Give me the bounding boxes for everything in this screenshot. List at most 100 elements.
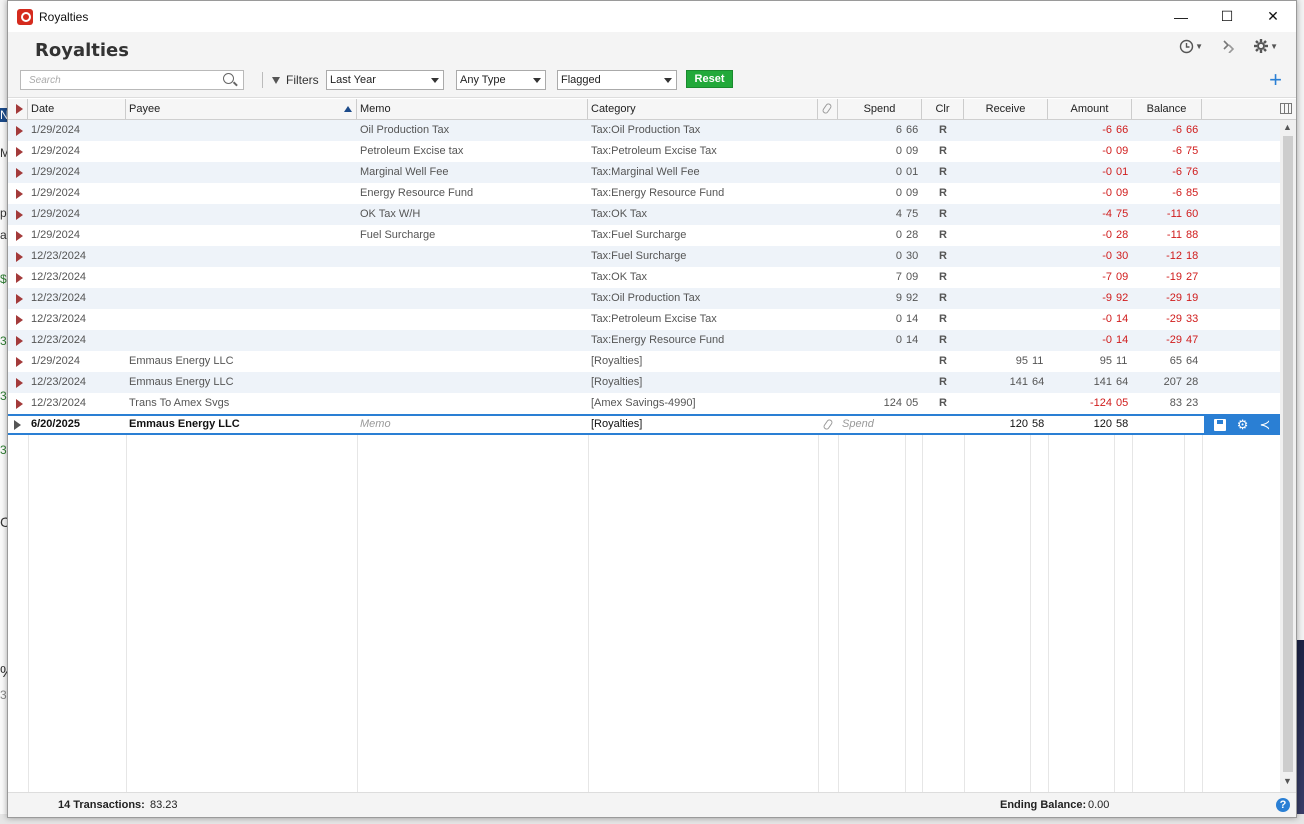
- memo-cell: [360, 372, 585, 393]
- expand-arrow-icon[interactable]: [16, 273, 23, 283]
- edit-payee-field[interactable]: Emmaus Energy LLC: [129, 416, 354, 433]
- transaction-row[interactable]: 12/23/2024 Tax:Petroleum Excise Tax 0 14 R -0…: [8, 309, 1280, 330]
- add-transaction-button[interactable]: +: [1269, 67, 1282, 93]
- cleared-status: R: [939, 292, 947, 304]
- settings-menu-button[interactable]: ▼: [1253, 38, 1278, 54]
- vertical-scrollbar[interactable]: ▲ ▼: [1280, 120, 1296, 792]
- transaction-row[interactable]: 12/23/2024 Tax:Fuel Surcharge 0 30 R -0 30 -12 1…: [8, 246, 1280, 267]
- balance-cents: 23: [1186, 397, 1199, 409]
- edit-receive-dollars[interactable]: 120: [966, 416, 1028, 433]
- close-button[interactable]: ✕: [1250, 1, 1296, 32]
- page-title: Royalties: [35, 39, 129, 61]
- spend-column-header[interactable]: Spend: [838, 99, 922, 119]
- spend-dollars: 0: [895, 313, 902, 325]
- edit-date-field[interactable]: 6/20/2025: [31, 416, 123, 433]
- transaction-row[interactable]: 12/23/2024 Emmaus Energy LLC [Royalties] R 1…: [8, 372, 1280, 393]
- scroll-up-icon[interactable]: ▲: [1283, 122, 1292, 132]
- maximize-button[interactable]: ☐: [1204, 1, 1250, 32]
- spend-cents: 09: [906, 145, 919, 157]
- expand-column-header[interactable]: [8, 99, 28, 119]
- transaction-row[interactable]: 1/29/2024 Fuel Surcharge Tax:Fuel Surcharg…: [8, 225, 1280, 246]
- date-cell: 1/29/2024: [31, 208, 80, 220]
- new-transaction-row[interactable]: 6/20/2025 Emmaus Energy LLC Memo [Royalt…: [8, 414, 1280, 435]
- column-settings-icon[interactable]: [1280, 103, 1292, 114]
- expand-arrow-icon[interactable]: [16, 252, 23, 262]
- minimize-button[interactable]: —: [1158, 1, 1204, 32]
- expand-arrow-icon[interactable]: [16, 189, 23, 199]
- date-range-select[interactable]: Last Year: [326, 70, 444, 90]
- transaction-row[interactable]: 12/23/2024 Trans To Amex Svgs [Amex Saving…: [8, 393, 1280, 414]
- expand-arrow-icon[interactable]: [16, 357, 23, 367]
- expand-arrow-icon[interactable]: [16, 294, 23, 304]
- payee-column-header[interactable]: Payee: [126, 99, 357, 119]
- ending-balance-label: Ending Balance:: [1000, 799, 1087, 811]
- search-icon[interactable]: [223, 73, 234, 84]
- balance-column-header[interactable]: Balance: [1132, 99, 1202, 119]
- expand-arrow-icon[interactable]: [16, 336, 23, 346]
- sync-button[interactable]: [1221, 39, 1235, 53]
- transaction-row[interactable]: 1/29/2024 Emmaus Energy LLC [Royalties] R 95…: [8, 351, 1280, 372]
- balance-cents: 33: [1186, 313, 1199, 325]
- expand-arrow-icon[interactable]: [16, 210, 23, 220]
- search-input[interactable]: [20, 70, 244, 90]
- payee-cell: Emmaus Energy LLC: [129, 355, 234, 367]
- spend-dollars: 6: [895, 124, 902, 136]
- help-icon[interactable]: ?: [1276, 798, 1290, 812]
- expand-arrow-icon[interactable]: [16, 147, 23, 157]
- balance-cents: 88: [1186, 229, 1199, 241]
- transaction-row[interactable]: 12/23/2024 Tax:Energy Resource Fund 0 14 R -0…: [8, 330, 1280, 351]
- transaction-row[interactable]: 1/29/2024 OK Tax W/H Tax:OK Tax 4 75 R -4 75 -11…: [8, 204, 1280, 225]
- balance-dollars: 65: [1169, 355, 1182, 367]
- edit-category-field[interactable]: [Royalties]: [591, 416, 816, 433]
- attachment-column-header[interactable]: [818, 99, 838, 119]
- edit-spend-field[interactable]: Spend: [842, 416, 902, 433]
- expand-arrow-icon[interactable]: [16, 231, 23, 241]
- spend-dollars: [840, 351, 902, 372]
- transaction-row[interactable]: 12/23/2024 Tax:Oil Production Tax 9 92 R -9 92…: [8, 288, 1280, 309]
- edit-receive-cents[interactable]: 58: [1032, 416, 1048, 433]
- type-value: Any Type: [460, 74, 506, 86]
- balance-cents: 18: [1186, 250, 1199, 262]
- type-select[interactable]: Any Type: [456, 70, 546, 90]
- amount-cents: 66: [1116, 124, 1129, 136]
- scroll-down-icon[interactable]: ▼: [1283, 776, 1292, 786]
- expand-arrow-icon[interactable]: [16, 315, 23, 325]
- receive-cents: [1032, 204, 1048, 225]
- transaction-row[interactable]: 1/29/2024 Marginal Well Fee Tax:Marginal W…: [8, 162, 1280, 183]
- category-cell: Tax:Marginal Well Fee: [591, 166, 700, 178]
- edit-memo-field[interactable]: Memo: [360, 416, 585, 433]
- history-button[interactable]: ▼: [1179, 39, 1203, 54]
- edit-amount-dollars: 120: [1093, 418, 1112, 430]
- amount-cents: 14: [1116, 313, 1129, 325]
- header-actions: ▼ ▼: [1179, 38, 1278, 54]
- expand-arrow-icon[interactable]: [16, 126, 23, 136]
- category-column-header[interactable]: Category: [588, 99, 818, 119]
- clr-column-header[interactable]: Clr: [922, 99, 964, 119]
- attach-icon[interactable]: [822, 418, 834, 431]
- gear-icon[interactable]: ⚙: [1237, 417, 1249, 433]
- filters-toggle[interactable]: Filters: [272, 73, 319, 87]
- memo-column-header[interactable]: Memo: [357, 99, 588, 119]
- background-fragment: p: [0, 206, 7, 220]
- expand-arrow-icon[interactable]: [16, 168, 23, 178]
- transaction-row[interactable]: 1/29/2024 Energy Resource Fund Tax:Energy …: [8, 183, 1280, 204]
- transaction-row[interactable]: 1/29/2024 Oil Production Tax Tax:Oil Produ…: [8, 120, 1280, 141]
- flag-select[interactable]: Flagged: [557, 70, 677, 90]
- expand-arrow-icon[interactable]: [16, 399, 23, 409]
- expand-arrow-icon[interactable]: [16, 378, 23, 388]
- save-icon[interactable]: [1213, 418, 1226, 431]
- receive-column-header[interactable]: Receive: [964, 99, 1048, 119]
- scroll-thumb[interactable]: [1283, 136, 1293, 772]
- cleared-status: R: [939, 208, 947, 220]
- balance-dollars: -11: [1166, 208, 1182, 220]
- category-cell: Tax:Fuel Surcharge: [591, 250, 687, 262]
- split-icon[interactable]: ≺: [1260, 417, 1271, 433]
- gear-icon: [1254, 39, 1269, 53]
- reset-button[interactable]: Reset: [686, 70, 733, 88]
- amount-column-header[interactable]: Amount: [1048, 99, 1132, 119]
- transaction-row[interactable]: 12/23/2024 Tax:OK Tax 7 09 R -7 09 -19 27: [8, 267, 1280, 288]
- date-column-header[interactable]: Date: [28, 99, 126, 119]
- balance-dollars: -6: [1172, 124, 1182, 136]
- amount-cents: 11: [1116, 355, 1128, 367]
- transaction-row[interactable]: 1/29/2024 Petroleum Excise tax Tax:Petrole…: [8, 141, 1280, 162]
